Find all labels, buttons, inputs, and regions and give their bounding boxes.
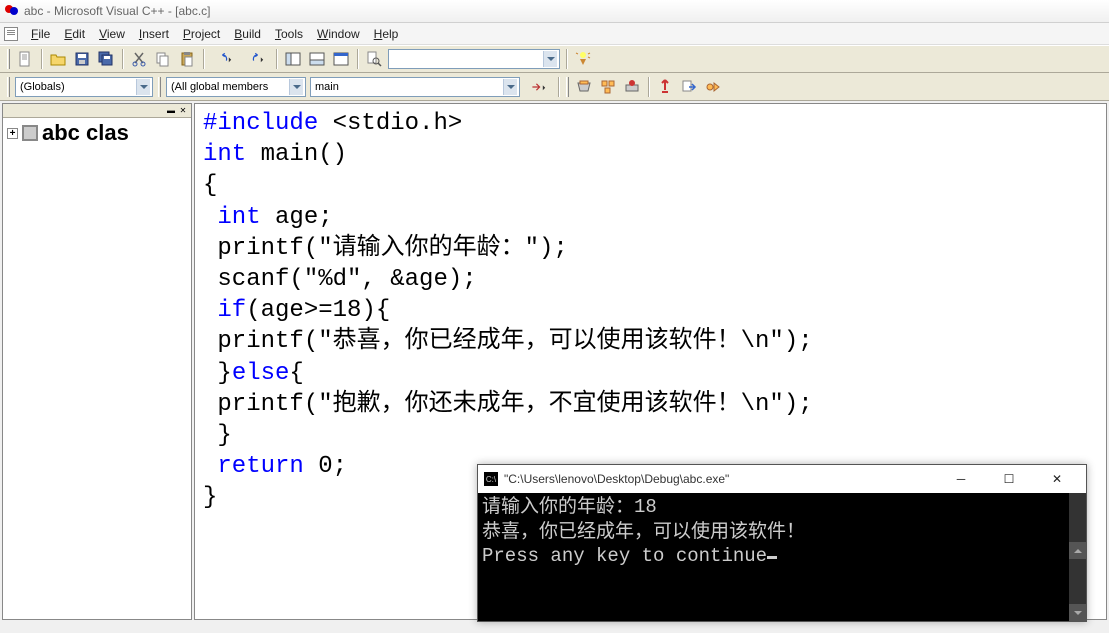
toolbar-grip[interactable] [566, 77, 569, 97]
tree-root-label: abc clas [42, 120, 129, 146]
toolbar-grip[interactable] [158, 77, 161, 97]
paste-icon[interactable] [176, 48, 198, 70]
go-icon[interactable] [678, 76, 700, 98]
toolbar-grip[interactable] [7, 77, 10, 97]
app-logo-icon [4, 3, 20, 19]
console-output[interactable]: 请输入你的年龄：18 恭喜，你已经成年，可以使用该软件！ Press any k… [478, 493, 1086, 621]
scroll-up-icon[interactable] [1069, 542, 1086, 559]
save-icon[interactable] [71, 48, 93, 70]
workspace-icon[interactable] [282, 48, 304, 70]
menu-bar: File Edit View Insert Project Build Tool… [0, 23, 1109, 45]
menu-project[interactable]: Project [176, 25, 227, 43]
menu-build[interactable]: Build [227, 25, 268, 43]
console-icon: C:\ [484, 472, 498, 486]
new-text-file-icon[interactable] [14, 48, 36, 70]
tree-expand-icon[interactable]: + [7, 128, 18, 139]
output-icon[interactable] [306, 48, 328, 70]
goto-icon[interactable] [523, 76, 553, 98]
workspace-panel: ▬ ✕ + abc clas [2, 103, 192, 620]
scope-combo[interactable]: (Globals) [15, 77, 153, 97]
menu-help[interactable]: Help [367, 25, 406, 43]
cut-icon[interactable] [128, 48, 150, 70]
compile-icon[interactable] [573, 76, 595, 98]
breakpoint-icon[interactable] [702, 76, 724, 98]
function-combo[interactable]: main [310, 77, 520, 97]
console-cursor [767, 556, 777, 559]
menu-file[interactable]: File [24, 25, 57, 43]
console-minimize-button[interactable]: ─ [946, 469, 976, 489]
stop-build-icon[interactable] [621, 76, 643, 98]
classes-icon [22, 125, 38, 141]
mdi-document-icon[interactable] [4, 27, 18, 41]
console-titlebar[interactable]: C:\ "C:\Users\lenovo\Desktop\Debug\abc.e… [478, 465, 1086, 493]
menu-window[interactable]: Window [310, 25, 367, 43]
undo-icon[interactable] [209, 48, 239, 70]
window-list-icon[interactable] [330, 48, 352, 70]
console-scrollbar[interactable] [1069, 493, 1086, 621]
wizard-toolbar: (Globals) (All global members main [0, 73, 1109, 101]
console-title: "C:\Users\lenovo\Desktop\Debug\abc.exe" [504, 472, 729, 486]
find-combo[interactable] [388, 49, 560, 69]
menu-view[interactable]: View [92, 25, 132, 43]
window-title: abc - Microsoft Visual C++ - [abc.c] [24, 4, 211, 18]
execute-icon[interactable] [654, 76, 676, 98]
menu-tools[interactable]: Tools [268, 25, 310, 43]
open-icon[interactable] [47, 48, 69, 70]
redo-icon[interactable] [241, 48, 271, 70]
menu-edit[interactable]: Edit [57, 25, 92, 43]
panel-header: ▬ ✕ [3, 104, 191, 118]
save-all-icon[interactable] [95, 48, 117, 70]
class-tree-root[interactable]: + abc clas [3, 118, 191, 148]
panel-close-icon[interactable]: ✕ [177, 105, 189, 117]
console-close-button[interactable]: ✕ [1042, 469, 1072, 489]
tips-icon[interactable] [572, 48, 594, 70]
copy-icon[interactable] [152, 48, 174, 70]
console-maximize-button[interactable]: ☐ [994, 469, 1024, 489]
build-icon[interactable] [597, 76, 619, 98]
title-bar: abc - Microsoft Visual C++ - [abc.c] [0, 0, 1109, 23]
scroll-down-icon[interactable] [1069, 604, 1086, 621]
standard-toolbar [0, 45, 1109, 73]
toolbar-grip[interactable] [7, 49, 10, 69]
panel-handle-icon[interactable]: ▬ [165, 105, 177, 117]
menu-insert[interactable]: Insert [132, 25, 176, 43]
console-window: C:\ "C:\Users\lenovo\Desktop\Debug\abc.e… [477, 464, 1087, 622]
find-in-files-icon[interactable] [363, 48, 385, 70]
members-combo[interactable]: (All global members [166, 77, 306, 97]
